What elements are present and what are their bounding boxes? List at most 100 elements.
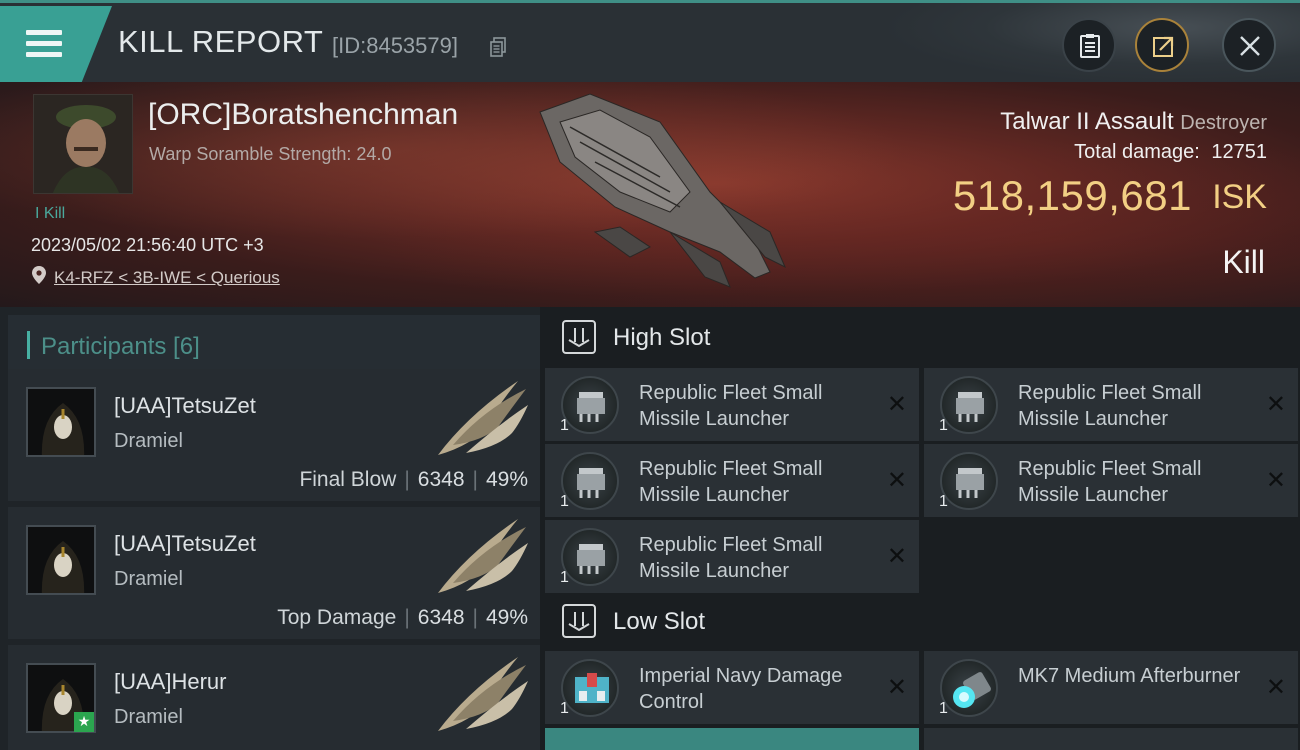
participants-header: Participants [6] bbox=[8, 315, 540, 373]
total-damage-label: Total damage: bbox=[1074, 141, 1200, 163]
module-slot[interactable]: 1 Imperial Navy Damage Control ✕ bbox=[545, 651, 919, 724]
low-slot-title: Low Slot bbox=[613, 608, 706, 635]
remove-icon[interactable]: ✕ bbox=[887, 673, 907, 701]
menu-button[interactable] bbox=[0, 6, 112, 85]
module-name: MK7 Medium Afterburner bbox=[1018, 665, 1241, 687]
module-slot[interactable]: 1 MK7 Medium Afterburner ✕ bbox=[924, 651, 1298, 724]
isk-unit: ISK bbox=[1212, 178, 1267, 216]
participant-row[interactable]: [UAA]TetsuZet Dramiel Final Blow | 6348 | 49… bbox=[8, 369, 540, 501]
report-id: [ID:8453579] bbox=[332, 33, 458, 58]
module-quantity: 1 bbox=[939, 493, 948, 510]
ship-name: Talwar II Assault bbox=[1000, 108, 1174, 135]
participant-name[interactable]: [UAA]Herur bbox=[114, 669, 226, 695]
participant-damage-percent: 49% bbox=[485, 468, 528, 491]
module-slot[interactable]: 1 Republic Fleet Small Missile Launcher … bbox=[924, 444, 1298, 517]
clipboard-icon bbox=[1080, 34, 1100, 58]
participant-ship-image bbox=[438, 381, 528, 455]
participants-title: Participants [6] bbox=[41, 333, 200, 360]
warp-scramble-strength: Warp Soramble Strength: 24.0 bbox=[149, 144, 392, 164]
participant-stats: Top Damage | 6348 | 49% bbox=[277, 606, 528, 629]
participant-ship-image bbox=[438, 657, 528, 731]
module-name: Republic Fleet Small Missile Launcher bbox=[639, 458, 823, 506]
participant-avatar[interactable] bbox=[26, 525, 96, 595]
fittings-panel: High Slot 1 Republic Fleet Small Missile… bbox=[540, 307, 1300, 750]
module-quantity: 1 bbox=[939, 417, 948, 434]
participant-role: Top Damage bbox=[277, 606, 397, 629]
participant-ship: Dramiel bbox=[114, 706, 183, 728]
module-quantity: 1 bbox=[560, 417, 569, 434]
high-slot-header: High Slot bbox=[540, 307, 1300, 369]
victim-ship-image bbox=[539, 93, 786, 288]
module-name: Republic Fleet Small Missile Launcher bbox=[1018, 382, 1202, 430]
remove-icon[interactable]: ✕ bbox=[1266, 390, 1286, 418]
close-icon bbox=[1240, 36, 1260, 56]
victim-portrait[interactable] bbox=[33, 94, 133, 194]
share-icon bbox=[1153, 36, 1174, 57]
module-quantity: 1 bbox=[939, 700, 948, 717]
missile-launcher-icon bbox=[940, 376, 998, 434]
missile-launcher-icon bbox=[561, 452, 619, 510]
title-bar: KILL REPORT [ID:8453579] bbox=[0, 0, 1300, 85]
victim-banner: [ORC]Boratshenchman Warp Soramble Streng… bbox=[0, 82, 1300, 307]
module-quantity: 1 bbox=[560, 493, 569, 510]
remove-icon[interactable]: ✕ bbox=[887, 390, 907, 418]
module-quantity: 1 bbox=[560, 700, 569, 717]
remove-icon[interactable]: ✕ bbox=[1266, 466, 1286, 494]
module-slot[interactable]: 1 Republic Fleet Small Missile Launcher … bbox=[545, 368, 919, 441]
menu-icon bbox=[26, 30, 62, 58]
kill-location-link[interactable]: K4-RFZ < 3B-IWE < Querious bbox=[54, 268, 280, 288]
participant-role: Final Blow bbox=[299, 468, 397, 491]
participant-ship-image bbox=[438, 519, 528, 593]
result-label: Kill bbox=[1222, 244, 1265, 280]
kill-timestamp: 2023/05/02 21:56:40 UTC +3 bbox=[31, 235, 264, 255]
module-name: Republic Fleet Small Missile Launcher bbox=[1018, 458, 1202, 506]
participant-row[interactable]: [UAA]TetsuZet Dramiel Top Damage | 6348 | 49… bbox=[8, 507, 540, 639]
missile-launcher-icon bbox=[940, 452, 998, 510]
total-damage: Total damage: 12751 bbox=[1074, 141, 1267, 164]
slot-icon bbox=[562, 604, 596, 638]
remove-icon[interactable]: ✕ bbox=[887, 466, 907, 494]
participant-damage: 6348 bbox=[417, 468, 465, 491]
copy-icon[interactable] bbox=[490, 37, 506, 57]
damage-control-icon bbox=[561, 659, 619, 717]
participant-stats: Final Blow | 6348 | 49% bbox=[299, 468, 528, 491]
module-name: Imperial Navy Damage Control bbox=[639, 665, 843, 713]
participants-panel: Participants [6] [UAA]TetsuZet Dramiel F… bbox=[0, 307, 540, 750]
isk-value: 518,159,681 bbox=[952, 172, 1192, 219]
module-quantity: 1 bbox=[560, 569, 569, 586]
participant-name[interactable]: [UAA]TetsuZet bbox=[114, 531, 256, 557]
participant-avatar[interactable] bbox=[26, 387, 96, 457]
total-damage-value: 12751 bbox=[1211, 141, 1267, 163]
missile-launcher-icon bbox=[561, 528, 619, 586]
module-slot[interactable]: 1 Republic Fleet Small Missile Launcher … bbox=[545, 444, 919, 517]
module-slot-partial[interactable] bbox=[924, 728, 1298, 750]
location-pin-icon bbox=[32, 266, 46, 284]
participant-ship: Dramiel bbox=[114, 430, 183, 452]
module-name: Republic Fleet Small Missile Launcher bbox=[639, 534, 823, 582]
close-button[interactable] bbox=[1222, 18, 1276, 72]
participant-ship: Dramiel bbox=[114, 568, 183, 590]
missile-launcher-icon bbox=[561, 376, 619, 434]
module-slot[interactable]: 1 Republic Fleet Small Missile Launcher … bbox=[545, 520, 919, 593]
remove-icon[interactable]: ✕ bbox=[887, 542, 907, 570]
participant-row[interactable]: ★ [UAA]Herur Dramiel bbox=[8, 645, 540, 750]
share-button[interactable] bbox=[1135, 18, 1189, 72]
participant-name[interactable]: [UAA]TetsuZet bbox=[114, 393, 256, 419]
clipboard-button[interactable] bbox=[1062, 18, 1116, 72]
victim-kill-count: I Kill bbox=[35, 205, 66, 222]
star-icon: ★ bbox=[74, 712, 94, 732]
victim-name[interactable]: [ORC]Boratshenchman bbox=[148, 98, 458, 132]
module-slot[interactable]: 1 Republic Fleet Small Missile Launcher … bbox=[924, 368, 1298, 441]
low-slot-header: Low Slot bbox=[540, 591, 1300, 653]
ship-class: Destroyer bbox=[1180, 112, 1267, 134]
slot-icon bbox=[562, 320, 596, 354]
module-slot-partial[interactable] bbox=[545, 728, 919, 750]
afterburner-icon bbox=[940, 659, 998, 717]
participant-damage-percent: 49% bbox=[485, 606, 528, 629]
remove-icon[interactable]: ✕ bbox=[1266, 673, 1286, 701]
page-title: KILL REPORT bbox=[118, 24, 324, 59]
high-slot-title: High Slot bbox=[613, 324, 711, 351]
victim-ship-type: Talwar II Assault Destroyer bbox=[1000, 108, 1267, 136]
module-name: Republic Fleet Small Missile Launcher bbox=[639, 382, 823, 430]
participant-damage: 6348 bbox=[417, 606, 465, 629]
